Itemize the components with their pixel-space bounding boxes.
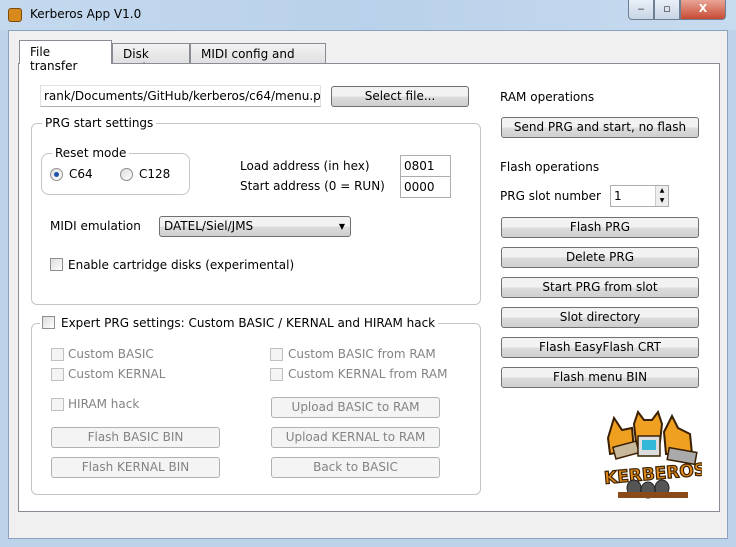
checkbox-label: Custom BASIC [68,347,154,361]
group-title: Expert PRG settings: Custom BASIC / KERN… [61,316,436,330]
midi-emulation-label: MIDI emulation [50,219,141,233]
chevron-down-icon: ▼ [338,222,345,231]
checkbox-label: Custom KERNAL [68,367,166,381]
prg-slot-spinbox[interactable]: 1 ▲ ▼ [610,185,669,207]
tab-file-transfer[interactable]: File transfer [19,40,112,73]
prg-slot-label: PRG slot number [500,189,601,203]
custom-kernal-checkbox[interactable] [51,368,64,381]
kerberos-logo: KERBEROS [603,410,702,499]
midi-emulation-select[interactable]: DATEL/Siel/JMS ▼ [159,216,351,237]
checkbox-label: HIRAM hack [68,397,140,411]
dog-heads-icon [606,410,698,466]
upload-basic-button[interactable]: Upload BASIC to RAM [271,397,440,418]
radio-c128[interactable] [120,168,133,181]
start-prg-from-slot-button[interactable]: Start PRG from slot [501,277,699,298]
minimize-button[interactable]: ‒ [628,0,654,20]
start-address-label: Start address (0 = RUN) [240,179,385,193]
tab-midi-config[interactable]: MIDI config and test [190,43,326,75]
send-prg-button[interactable]: Send PRG and start, no flash [501,117,699,138]
close-button[interactable]: X [680,0,726,20]
custom-basic-checkbox[interactable] [51,348,64,361]
radio-c64[interactable] [50,168,63,181]
group-title: PRG start settings [42,116,157,130]
enable-cartridge-disks-checkbox[interactable] [50,258,63,271]
custom-basic-ram-checkbox[interactable] [270,348,283,361]
select-value: DATEL/Siel/JMS [164,219,254,233]
load-address-label: Load address (in hex) [240,159,370,173]
expert-settings-checkbox[interactable] [42,316,55,329]
slot-directory-button[interactable]: Slot directory [501,307,699,328]
flash-menu-bin-button[interactable]: Flash menu BIN [501,367,699,388]
select-file-button[interactable]: Select file... [331,86,469,107]
tab-label: File transfer [30,45,78,73]
file-path-input[interactable]: rank/Documents/GitHub/kerberos/c64/menu.… [40,85,321,107]
spinbox-value: 1 [614,189,622,203]
ram-operations-label: RAM operations [500,90,595,104]
checkbox-label: Custom BASIC from RAM [288,347,436,361]
flash-easyflash-crt-button[interactable]: Flash EasyFlash CRT [501,337,699,358]
tab-disk-tools[interactable]: Disk tools [112,43,190,75]
upload-kernal-button[interactable]: Upload KERNAL to RAM [271,427,440,448]
spin-up-icon[interactable]: ▲ [655,186,668,196]
group-title: Reset mode [52,146,130,160]
checkbox-label: Custom KERNAL from RAM [288,367,448,381]
start-address-input[interactable]: 0000 [400,176,451,198]
spin-down-icon[interactable]: ▼ [655,196,668,206]
radio-label: C128 [139,167,171,181]
expert-settings-header: Expert PRG settings: Custom BASIC / KERN… [40,316,439,330]
flash-prg-button[interactable]: Flash PRG [501,217,699,238]
back-to-basic-button[interactable]: Back to BASIC [271,457,440,478]
window-title: Kerberos App V1.0 [30,7,142,21]
checkbox-label: Enable cartridge disks (experimental) [68,258,295,272]
load-address-input[interactable]: 0801 [400,155,451,177]
flash-kernal-bin-button[interactable]: Flash KERNAL BIN [51,457,220,478]
radio-label: C64 [69,167,93,181]
flash-basic-bin-button[interactable]: Flash BASIC BIN [51,427,220,448]
delete-prg-button[interactable]: Delete PRG [501,247,699,268]
app-icon [8,8,22,22]
maximize-button[interactable]: ▫ [654,0,680,20]
hiram-hack-checkbox[interactable] [51,398,64,411]
title-bar: Kerberos App V1.0 ‒ ▫ X [0,0,736,30]
custom-kernal-ram-checkbox[interactable] [270,368,283,381]
flash-operations-label: Flash operations [500,160,600,174]
